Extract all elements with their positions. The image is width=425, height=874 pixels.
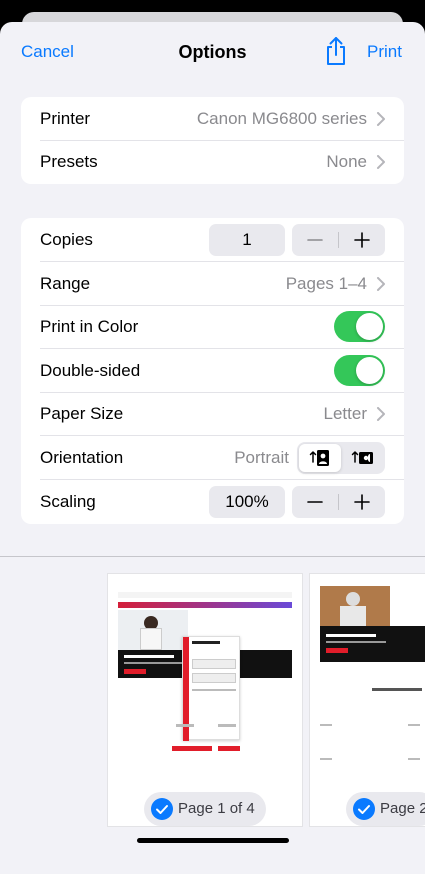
double-sided-toggle[interactable] [334, 355, 385, 386]
copies-row: Copies 1 [21, 218, 404, 262]
landscape-icon [351, 451, 373, 464]
chevron-right-icon [377, 112, 385, 126]
print-options-sheet: Cancel Options Print Printer Canon MG680… [0, 22, 425, 874]
range-row[interactable]: Range Pages 1–4 [21, 262, 404, 306]
landscape-option[interactable] [341, 444, 383, 472]
thumb-red-button [218, 746, 240, 751]
presets-value: None [326, 152, 367, 171]
presets-label: Presets [40, 152, 98, 171]
minus-icon [307, 501, 323, 503]
chevron-right-icon [377, 155, 385, 169]
print-button[interactable]: Print [367, 42, 402, 62]
print-in-color-toggle[interactable] [334, 311, 385, 342]
orientation-row: Orientation Portrait [21, 436, 404, 480]
page-label: Page 2 [380, 800, 425, 817]
thumb-red-button [172, 746, 212, 751]
thumb-text-line [320, 758, 332, 760]
copies-stepper [292, 224, 385, 256]
print-options-group: Copies 1 Range Pages 1–4 Print in Color [21, 218, 404, 524]
thumb-hero-image [118, 610, 188, 650]
page-thumbnail-1[interactable]: Page 1 of 4 [108, 574, 302, 826]
orientation-label: Orientation [40, 448, 124, 467]
thumb-text-line [408, 758, 420, 760]
toggle-knob [356, 313, 383, 340]
print-in-color-label: Print in Color [40, 317, 139, 336]
navigation-bar: Cancel Options Print [0, 22, 425, 82]
home-indicator[interactable] [137, 838, 289, 843]
thumb-text-line [218, 724, 236, 727]
range-label: Range [40, 274, 91, 293]
decrement-button[interactable] [292, 224, 338, 256]
share-icon[interactable] [324, 36, 348, 66]
page-label-pill: Page 2 [346, 792, 425, 826]
orientation-value: Portrait [234, 448, 289, 467]
copies-label: Copies [40, 230, 93, 249]
thumb-text-line [176, 724, 194, 727]
portrait-icon [309, 450, 329, 466]
paper-size-row[interactable]: Paper Size Letter [21, 392, 404, 436]
page-preview-area[interactable]: Page 1 of 4 Page 2 [0, 557, 425, 874]
paper-size-label: Paper Size [40, 404, 124, 423]
thumb-text-line [408, 724, 420, 726]
double-sided-row: Double-sided [21, 349, 404, 393]
scaling-stepper [292, 486, 385, 518]
thumb-hero-dark-band [320, 626, 425, 662]
copies-field[interactable]: 1 [209, 224, 285, 256]
thumb-section-heading [372, 688, 422, 691]
thumb-hero-image [320, 586, 390, 626]
scaling-field[interactable]: 100% [209, 486, 285, 518]
thumb-header-bar [118, 592, 292, 598]
paper-size-value: Letter [323, 404, 367, 423]
decrement-button[interactable] [292, 486, 338, 518]
printer-settings-group: Printer Canon MG6800 series Presets None [21, 97, 404, 184]
page-title: Options [178, 42, 247, 62]
printer-row[interactable]: Printer Canon MG6800 series [21, 97, 404, 141]
orientation-segmented-control [297, 442, 385, 474]
portrait-option[interactable] [299, 444, 341, 472]
scaling-row: Scaling 100% [21, 480, 404, 524]
checkmark-icon [151, 798, 173, 820]
page-label-pill: Page 1 of 4 [144, 792, 266, 826]
scaling-label: Scaling [40, 492, 96, 511]
presets-row[interactable]: Presets None [21, 140, 404, 184]
print-in-color-row: Print in Color [21, 305, 404, 349]
thumb-promo-banner [118, 602, 292, 608]
minus-icon [307, 239, 323, 241]
page-thumbnail-2[interactable]: Page 2 [310, 574, 425, 826]
increment-button[interactable] [339, 224, 385, 256]
thumb-text-line [320, 724, 332, 726]
double-sided-label: Double-sided [40, 361, 141, 380]
chevron-right-icon [377, 407, 385, 421]
printer-value: Canon MG6800 series [196, 109, 367, 128]
range-value: Pages 1–4 [285, 274, 367, 293]
increment-button[interactable] [339, 486, 385, 518]
page-label: Page 1 of 4 [178, 800, 255, 817]
checkmark-icon [353, 798, 375, 820]
chevron-right-icon [377, 277, 385, 291]
printer-label: Printer [40, 109, 91, 128]
plus-icon [354, 232, 370, 248]
toggle-knob [356, 357, 383, 384]
plus-icon [354, 494, 370, 510]
